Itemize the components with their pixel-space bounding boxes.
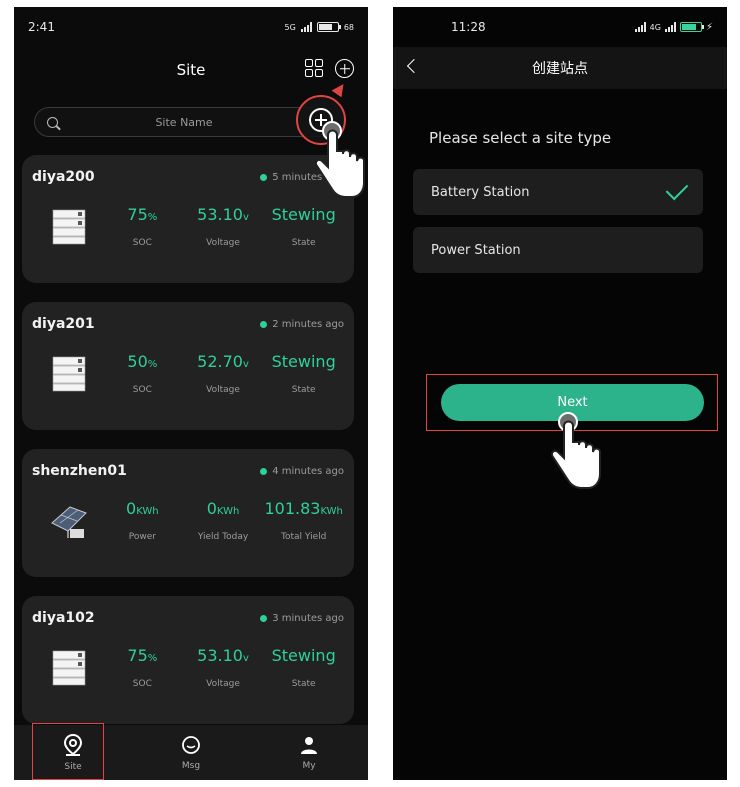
status-icons: 5G 68 (285, 22, 354, 32)
site-list-screen: 2:41 5G 68 Site Site Name diya200 5 minu… (14, 7, 368, 780)
search-placeholder: Site Name (155, 115, 213, 129)
status-bar: 11:28 4G ⚡ (393, 7, 727, 47)
battery-icon (679, 22, 704, 32)
metric: 52.70v Voltage (197, 352, 249, 395)
metric: 50% SOC (127, 352, 158, 395)
page-title: 创建站点 (532, 61, 588, 77)
page-title: Site (176, 61, 206, 79)
solar-panel-icon (51, 505, 87, 538)
create-site-screen: 11:28 4G ⚡ 创建站点 Please select a site typ… (393, 7, 727, 780)
site-name: diya102 (32, 610, 95, 626)
grid-view-icon[interactable] (305, 59, 323, 77)
network-label: 5G (284, 22, 296, 32)
site-name: diya200 (32, 169, 95, 185)
last-update: 3 minutes ago (260, 613, 344, 624)
site-list: diya200 5 minutes ago 75% SOC 53.10v Volta… (22, 155, 354, 743)
option-label: Power Station (431, 242, 521, 258)
nav-label: Msg (181, 760, 201, 771)
tap-hand-icon (550, 412, 601, 489)
site-card[interactable]: diya200 5 minutes ago 75% SOC 53.10v Volta… (22, 155, 354, 283)
site-card[interactable]: shenzhen01 4 minutes ago 0KWh Power 0KWh Y… (22, 449, 354, 577)
metric: 0KWh Power (126, 499, 159, 542)
charging-icon: ⚡ (705, 21, 713, 33)
checkmark-icon (665, 177, 689, 201)
metric: Stewing State (271, 352, 336, 395)
site-name: shenzhen01 (32, 463, 127, 479)
metric: 53.10v Voltage (197, 205, 249, 248)
metric: 75% SOC (127, 646, 158, 689)
status-icons: 4G ⚡ (634, 21, 713, 33)
site-name: diya201 (32, 316, 95, 332)
online-dot-icon (260, 614, 268, 622)
option-battery-station[interactable]: Battery Station (413, 169, 703, 215)
signal-icon (664, 22, 676, 32)
online-dot-icon (260, 320, 268, 328)
network-label: 4G (649, 22, 661, 32)
battery-level: 68 (343, 22, 354, 32)
online-dot-icon (260, 467, 268, 475)
site-card[interactable]: diya201 2 minutes ago 50% SOC 52.70v Volta… (22, 302, 354, 430)
signal-icon (634, 22, 646, 32)
option-label: Battery Station (431, 184, 530, 200)
app-header: 创建站点 (393, 47, 727, 89)
metric: 53.10v Voltage (197, 646, 249, 689)
last-update: 2 minutes ago (260, 319, 344, 330)
nav-site-highlight (32, 723, 104, 780)
site-card[interactable]: diya102 3 minutes ago 75% SOC 53.10v Volta… (22, 596, 354, 724)
tap-hand-icon (314, 121, 365, 198)
search-bar[interactable]: Site Name (34, 107, 334, 137)
battery-cabinet-icon (52, 356, 86, 391)
chat-bubble-icon (182, 735, 200, 754)
metric: Stewing State (271, 205, 336, 248)
metric: Stewing State (271, 646, 336, 689)
site-type-prompt: Please select a site type (429, 129, 612, 147)
online-dot-icon (260, 173, 268, 181)
status-time: 2:41 (28, 20, 55, 34)
last-update: 4 minutes ago (260, 466, 344, 477)
nav-my[interactable]: My (250, 725, 368, 780)
app-header: Site (14, 47, 368, 93)
back-icon[interactable] (406, 58, 422, 74)
user-icon (301, 736, 317, 754)
status-time: 11:28 (451, 20, 486, 34)
nav-msg[interactable]: Msg (132, 725, 250, 780)
metric: 75% SOC (127, 205, 158, 248)
option-power-station[interactable]: Power Station (413, 227, 703, 273)
battery-icon (316, 22, 341, 32)
search-icon (47, 116, 58, 128)
nav-label: My (302, 760, 316, 771)
battery-cabinet-icon (52, 650, 86, 685)
status-bar: 2:41 5G 68 (14, 7, 368, 47)
metric: 0KWh Yield Today (197, 499, 249, 542)
battery-cabinet-icon (52, 209, 86, 244)
signal-icon (300, 22, 312, 32)
add-site-icon[interactable] (335, 59, 354, 78)
metric: 101.83KWh Total Yield (264, 499, 343, 542)
